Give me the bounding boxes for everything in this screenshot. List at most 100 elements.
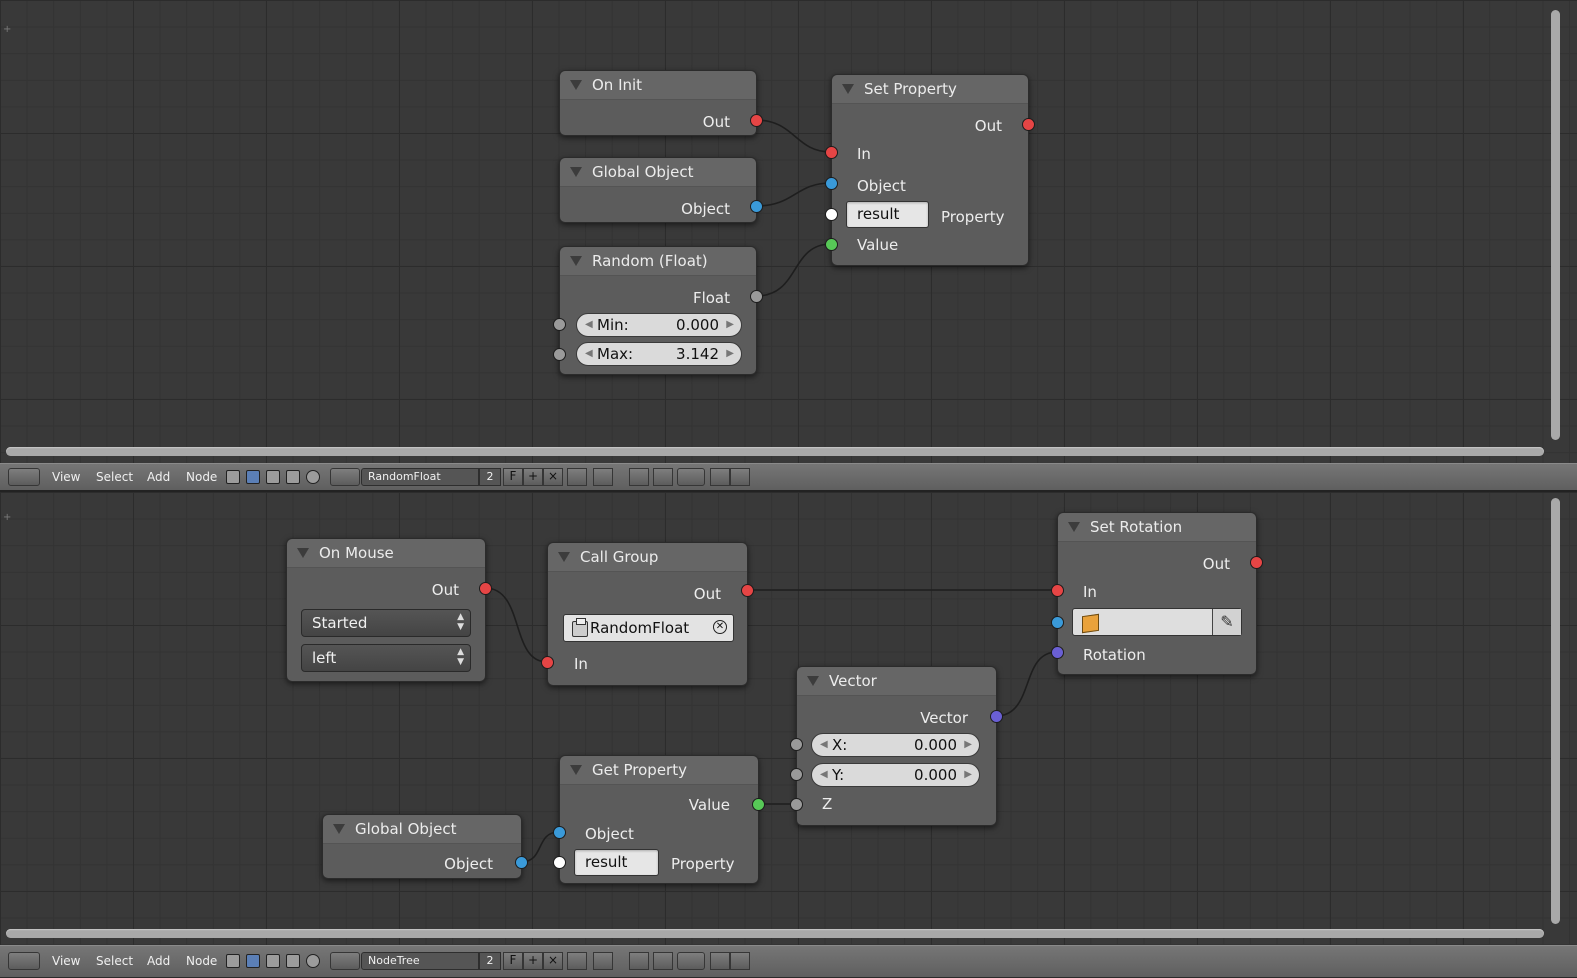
menu-node[interactable]: Node (186, 954, 217, 968)
pin-icon[interactable] (567, 952, 587, 970)
menu-add[interactable]: Add (147, 954, 170, 968)
socket-vector[interactable] (990, 710, 1003, 723)
property-name-input[interactable]: result (846, 201, 929, 228)
new-tree-plus-icon[interactable]: + (523, 468, 543, 486)
node-vector[interactable]: Vector Vector ◀ X: 0.000 ▶ ◀ Y: 0.000 ▶ … (796, 666, 997, 826)
node-header[interactable]: On Init (560, 71, 756, 100)
editor-type-button[interactable] (8, 952, 40, 970)
node-on-init[interactable]: On Init Out (559, 70, 757, 136)
socket-in[interactable] (541, 656, 554, 669)
copy-nodes-icon[interactable] (710, 952, 730, 970)
browse-tree-button[interactable] (330, 952, 360, 970)
property-name-input[interactable]: result (574, 849, 659, 876)
y-number-field[interactable]: ◀ Y: 0.000 ▶ (811, 763, 980, 787)
socket-object[interactable] (1051, 616, 1064, 629)
socket-out[interactable] (1250, 556, 1263, 569)
collapse-icon[interactable] (333, 824, 345, 834)
collapse-icon[interactable] (1068, 522, 1080, 532)
node-header[interactable]: Random (Float) (560, 247, 756, 276)
increment-icon[interactable]: ▶ (726, 314, 734, 336)
snap-mode-button[interactable] (677, 952, 705, 970)
increment-icon[interactable]: ▶ (726, 343, 734, 365)
collapse-icon[interactable] (570, 167, 582, 177)
fake-user-button[interactable]: F (503, 468, 523, 486)
decrement-icon[interactable]: ◀ (585, 314, 593, 336)
menu-add[interactable]: Add (147, 470, 170, 484)
collapse-icon[interactable] (558, 552, 570, 562)
object-picker-field[interactable]: ✎ (1072, 608, 1242, 636)
socket-max[interactable] (553, 348, 566, 361)
node-set-rotation[interactable]: Set Rotation Out In ✎ Rotation (1057, 512, 1257, 675)
pin-icon[interactable] (567, 468, 587, 486)
browse-tree-button[interactable] (330, 468, 360, 486)
paste-nodes-icon[interactable] (730, 468, 750, 486)
menu-select[interactable]: Select (96, 470, 133, 484)
collapse-icon[interactable] (570, 765, 582, 775)
socket-z[interactable] (790, 798, 803, 811)
node-header[interactable]: Get Property (560, 756, 758, 785)
unlink-close-icon[interactable]: × (543, 952, 563, 970)
collapse-icon[interactable] (807, 676, 819, 686)
new-tree-plus-icon[interactable]: + (523, 952, 543, 970)
max-number-field[interactable]: ◀ Max: 3.142 ▶ (576, 342, 742, 366)
vertical-scrollbar[interactable] (1551, 10, 1560, 440)
mouse-button-dropdown[interactable]: left ▲ ▼ (301, 644, 471, 672)
node-header[interactable]: Set Rotation (1058, 513, 1256, 542)
node-set-property[interactable]: Set Property Out In Object result Proper… (831, 74, 1029, 266)
socket-in[interactable] (825, 146, 838, 159)
node-tree-name-input[interactable]: NodeTree (361, 952, 479, 970)
min-number-field[interactable]: ◀ Min: 0.000 ▶ (576, 313, 742, 337)
snap-icon[interactable] (653, 468, 673, 486)
collapse-icon[interactable] (570, 256, 582, 266)
node-editor-bottom[interactable]: + On Mouse Out Started ▲ ▼ left ▲ ▼ Call G… (0, 490, 1577, 945)
node-global-object[interactable]: Global Object Object (559, 157, 757, 223)
backdrop-icon[interactable] (629, 952, 649, 970)
decrement-icon[interactable]: ◀ (820, 764, 828, 786)
editor-type-button[interactable] (8, 468, 40, 486)
socket-value[interactable] (752, 798, 765, 811)
increment-icon[interactable]: ▶ (964, 764, 972, 786)
node-random-float[interactable]: Random (Float) Float ◀ Min: 0.000 ▶ ◀ Ma… (559, 246, 757, 375)
horizontal-scrollbar[interactable] (6, 447, 1544, 456)
node-header[interactable]: On Mouse (287, 539, 485, 568)
material-icon[interactable] (306, 954, 320, 968)
parent-tree-icon[interactable] (593, 952, 613, 970)
collapse-icon[interactable] (570, 80, 582, 90)
node-call-group[interactable]: Call Group Out RandomFloat ✕ In (547, 542, 748, 686)
menu-view[interactable]: View (52, 470, 80, 484)
socket-out[interactable] (750, 114, 763, 127)
horizontal-scrollbar[interactable] (6, 929, 1544, 938)
eyedropper-icon[interactable]: ✎ (1212, 609, 1241, 635)
snap-icon[interactable] (653, 952, 673, 970)
material-icon[interactable] (306, 470, 320, 484)
socket-out[interactable] (741, 584, 754, 597)
clear-close-icon[interactable]: ✕ (713, 620, 727, 634)
socket-object[interactable] (553, 826, 566, 839)
x-number-field[interactable]: ◀ X: 0.000 ▶ (811, 733, 980, 757)
compositor-icon[interactable] (286, 954, 300, 968)
node-tree-name-input[interactable]: RandomFloat (361, 468, 479, 486)
socket-float[interactable] (750, 290, 763, 303)
node-header[interactable]: Set Property (832, 75, 1028, 104)
backdrop-icon[interactable] (629, 468, 649, 486)
shader-tree-icon[interactable] (226, 954, 240, 968)
decrement-icon[interactable]: ◀ (820, 734, 828, 756)
texture-tree-icon[interactable] (266, 954, 280, 968)
socket-property[interactable] (553, 856, 566, 869)
copy-nodes-icon[interactable] (710, 468, 730, 486)
menu-view[interactable]: View (52, 954, 80, 968)
node-header[interactable]: Global Object (560, 158, 756, 187)
socket-object[interactable] (750, 200, 763, 213)
collapse-icon[interactable] (297, 548, 309, 558)
menu-node[interactable]: Node (186, 470, 217, 484)
vertical-scrollbar[interactable] (1551, 498, 1560, 924)
socket-min[interactable] (553, 318, 566, 331)
area-split-icon[interactable]: + (3, 24, 11, 35)
node-editor-top[interactable]: + On Init Out Global Object Object Rando… (0, 0, 1577, 464)
fake-user-button[interactable]: F (503, 952, 523, 970)
paste-nodes-icon[interactable] (730, 952, 750, 970)
socket-object[interactable] (515, 856, 528, 869)
collapse-icon[interactable] (842, 84, 854, 94)
node-global-object[interactable]: Global Object Object (322, 814, 522, 879)
socket-y[interactable] (790, 768, 803, 781)
